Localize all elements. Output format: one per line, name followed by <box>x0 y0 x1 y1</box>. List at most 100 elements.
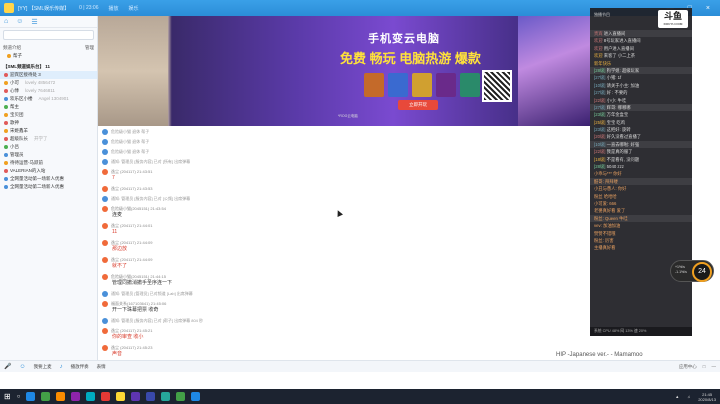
danmaku-user[interactable]: 欢迎 <box>594 38 603 43</box>
avatar[interactable] <box>102 158 108 165</box>
avatar[interactable] <box>102 195 108 202</box>
avatar[interactable] <box>102 138 108 145</box>
chat-area[interactable]: 危险级小猫 退休 帮子 危险级小猫 退休 帮子 危险级小猫 退休 帮子 通知: 管理员… <box>98 126 590 360</box>
danmaku-user[interactable]: [23级] <box>594 127 605 132</box>
danmaku-user[interactable]: [27级] <box>594 105 605 110</box>
channel-list-item[interactable]: 歌神 <box>0 119 97 127</box>
avatar[interactable] <box>102 344 108 351</box>
channel-title[interactable]: 【SML频道娱乐台】 11 <box>0 62 97 71</box>
danmaku-user[interactable]: [22级] <box>594 98 605 103</box>
windows-start-icon[interactable]: ⊞ <box>4 392 11 401</box>
taskbar-app-icon[interactable] <box>146 392 156 401</box>
danmaku-user[interactable]: 贵宾 <box>594 31 603 36</box>
taskbar-app-icon[interactable] <box>191 392 201 401</box>
volume-icon[interactable]: ♫ <box>687 394 690 399</box>
channel-list-item[interactable]: 超级队长 开学了 <box>0 135 97 143</box>
avatar[interactable] <box>102 185 108 192</box>
user-status-icon <box>4 81 8 85</box>
danmaku-user[interactable]: [27级] <box>594 75 605 80</box>
list-icon[interactable]: ☰ <box>31 18 37 26</box>
danmaku-user[interactable]: 欢迎 <box>594 46 603 51</box>
danmaku-user[interactable]: [25级] <box>594 120 605 125</box>
danmaku-user[interactable]: [10级] <box>594 83 605 88</box>
tab-time[interactable]: 0 | 23:06 <box>79 5 98 12</box>
people-icon[interactable]: ☺ <box>16 18 23 25</box>
danmaku-text: 一直去哪啦: 好强 <box>606 141 640 147</box>
channel-search-input[interactable] <box>3 30 94 40</box>
close-button[interactable]: × <box>706 5 710 12</box>
danmaku-user[interactable]: [28级] <box>594 164 605 169</box>
channel-list-item[interactable]: 迎宾区接待处 3 <box>0 71 97 79</box>
avatar[interactable] <box>102 290 108 297</box>
taskbar-app-icon[interactable] <box>101 392 111 401</box>
restore-button[interactable]: □ <box>703 364 706 370</box>
taskbar-app-icon[interactable] <box>161 392 171 401</box>
app-center-button[interactable]: 应用中心 <box>679 364 697 370</box>
avatar[interactable] <box>102 256 108 263</box>
taskbar-app-icon[interactable] <box>131 392 141 401</box>
taskbar-app-icon[interactable] <box>26 392 36 401</box>
mic-icon[interactable]: 🎤 <box>4 363 11 370</box>
emoji-icon[interactable]: ☺ <box>19 364 25 370</box>
channel-list-item[interactable]: 宝贝团 <box>0 111 97 119</box>
danmaku-user[interactable]: 欢迎 <box>594 53 603 58</box>
user-row[interactable]: 帮子 <box>3 52 94 60</box>
channel-list-item[interactable]: 心悸 lovely 7646811 <box>0 87 97 95</box>
avatar[interactable] <box>102 300 108 307</box>
danmaku-user[interactable]: [22级] <box>594 149 605 154</box>
tab-entertainment[interactable]: 娱乐 <box>129 5 139 12</box>
taskbar-app-icon[interactable] <box>71 392 81 401</box>
channel-list-item[interactable]: 全网量活动第一场新人优惠 <box>0 175 97 183</box>
danmaku-user[interactable]: [10级] <box>594 142 605 147</box>
ad-banner[interactable]: 手机变云电脑 免费 畅玩 电脑热游 爆款 立即开玩 *ROG云电脑 <box>98 16 590 126</box>
avatar[interactable] <box>102 327 108 334</box>
home-icon[interactable]: ⌂ <box>4 18 8 25</box>
taskbar-app-icon[interactable] <box>41 392 51 401</box>
minimize-input-button[interactable]: — <box>712 364 717 370</box>
channel-list-item[interactable]: 欢乐区小楼 Angel 1304901 <box>0 95 97 103</box>
danmaku-user[interactable]: [20级] <box>594 134 605 139</box>
danmaku-text: 主播真好看 <box>594 245 616 251</box>
clock[interactable]: 21:45 2020/8/13 <box>698 392 716 402</box>
channel-list-item[interactable]: 小可 lovely 4856472 <box>0 79 97 87</box>
avatar[interactable] <box>102 168 108 175</box>
taskbar-app-icon[interactable] <box>176 392 186 401</box>
message-text: 那边放 <box>112 246 128 252</box>
manage-link[interactable]: 管理 <box>85 44 94 52</box>
channel-list-item[interactable]: VALERIAN的入站 <box>0 167 97 175</box>
channel-item-label: 全网量活动第一场新人优惠 <box>10 176 64 181</box>
avatar[interactable] <box>102 128 108 135</box>
music-icon[interactable]: ♪ <box>60 364 63 370</box>
tab-play[interactable]: 播放 <box>109 5 119 12</box>
channel-list-item[interactable]: 小吕 <box>0 143 97 151</box>
taskbar-app-icon[interactable] <box>86 392 96 401</box>
channel-list-item[interactable]: 全网量活动第二场新人优惠 <box>0 183 97 191</box>
avatar[interactable] <box>102 317 108 324</box>
channel-list-item[interactable]: 管理员 <box>0 151 97 159</box>
danmaku-user[interactable]: [18级] <box>594 157 605 162</box>
channel-list-item[interactable]: 帮主 <box>0 103 97 111</box>
search-icon[interactable]: ○ <box>17 394 21 400</box>
taskbar-app-icon[interactable] <box>56 392 66 401</box>
avatar[interactable] <box>102 222 108 229</box>
taskbar-app-icon[interactable] <box>116 392 126 401</box>
avatar[interactable] <box>102 205 108 212</box>
danmaku-user[interactable]: 新年快乐 <box>594 61 611 66</box>
channel-item-note: lovely 4856472 <box>25 80 56 85</box>
emoticon-button[interactable]: 表情 <box>97 364 106 370</box>
danmaku-user[interactable]: [28级] <box>594 68 605 73</box>
channel-list-item[interactable]: 待待运营-马跃前 <box>0 159 97 167</box>
network-speed-widget[interactable]: +1%/s -1.1%/s 24 <box>670 260 714 282</box>
danmaku-user[interactable]: [23级] <box>594 112 605 117</box>
play-accompaniment-button[interactable]: 播放伴奏 <box>71 364 89 370</box>
mic-up-button[interactable]: 我要上麦 <box>34 364 52 370</box>
avatar[interactable] <box>102 148 108 155</box>
channel-list-item[interactable]: 宋姬鑫羊 <box>0 127 97 135</box>
avatar[interactable] <box>102 273 108 280</box>
play-now-button[interactable]: 立即开玩 <box>398 100 438 110</box>
avatar[interactable] <box>102 239 108 246</box>
douyu-logo: 斗鱼 DOUYU.COM <box>658 10 688 28</box>
chat-message: 危险级小猫 退休 帮子 <box>102 148 586 155</box>
network-icon[interactable]: ▲ <box>675 394 679 399</box>
danmaku-user[interactable]: [27级] <box>594 90 605 95</box>
